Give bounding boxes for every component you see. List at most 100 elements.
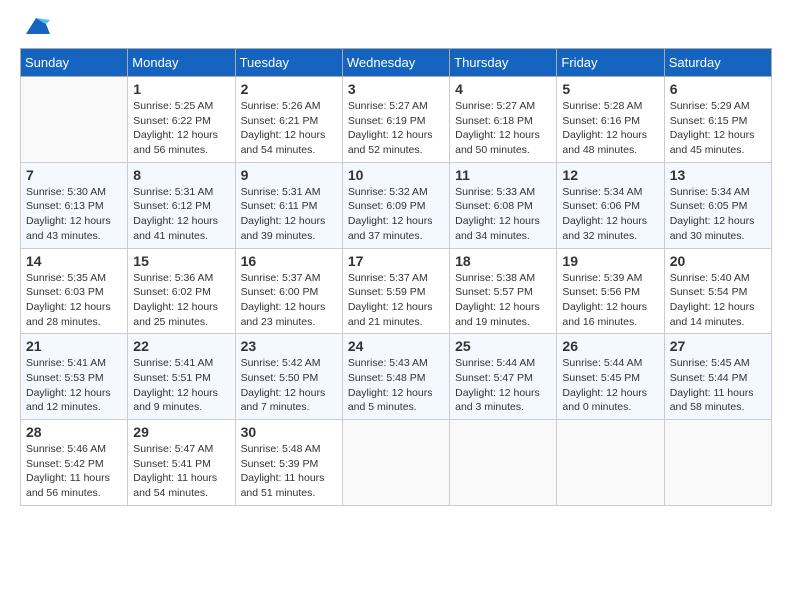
day-detail: Sunrise: 5:43 AM Sunset: 5:48 PM Dayligh… [348, 356, 444, 415]
day-detail: Sunrise: 5:25 AM Sunset: 6:22 PM Dayligh… [133, 99, 229, 158]
day-detail: Sunrise: 5:31 AM Sunset: 6:12 PM Dayligh… [133, 185, 229, 244]
calendar-header: SundayMondayTuesdayWednesdayThursdayFrid… [21, 49, 772, 77]
day-detail: Sunrise: 5:40 AM Sunset: 5:54 PM Dayligh… [670, 271, 766, 330]
calendar-cell: 12Sunrise: 5:34 AM Sunset: 6:06 PM Dayli… [557, 162, 664, 248]
day-number: 5 [562, 81, 658, 97]
calendar-cell: 6 Sunrise: 5:29 AM Sunset: 6:15 PM Daylig… [664, 77, 771, 163]
calendar-cell: 26 Sunrise: 5:44 AM Sunset: 5:45 PM Dayli… [557, 334, 664, 420]
calendar-cell: 20 Sunrise: 5:40 AM Sunset: 5:54 PM Dayli… [664, 248, 771, 334]
calendar-cell: 25 Sunrise: 5:44 AM Sunset: 5:47 PM Dayli… [450, 334, 557, 420]
calendar-week-4: 28 Sunrise: 5:46 AM Sunset: 5:42 PM Dayli… [21, 420, 772, 506]
header-monday: Monday [128, 49, 235, 77]
calendar-cell: 24 Sunrise: 5:43 AM Sunset: 5:48 PM Dayli… [342, 334, 449, 420]
calendar-cell: 21 Sunrise: 5:41 AM Sunset: 5:53 PM Dayli… [21, 334, 128, 420]
day-number: 8 [133, 167, 229, 183]
day-number: 3 [348, 81, 444, 97]
day-number: 12 [562, 167, 658, 183]
day-detail: Sunrise: 5:28 AM Sunset: 6:16 PM Dayligh… [562, 99, 658, 158]
day-number: 7 [26, 167, 122, 183]
calendar-cell: 30 Sunrise: 5:48 AM Sunset: 5:39 PM Dayli… [235, 420, 342, 506]
header-sunday: Sunday [21, 49, 128, 77]
calendar-cell: 16 Sunrise: 5:37 AM Sunset: 6:00 PM Dayli… [235, 248, 342, 334]
day-detail: Sunrise: 5:36 AM Sunset: 6:02 PM Dayligh… [133, 271, 229, 330]
day-detail: Sunrise: 5:35 AM Sunset: 6:03 PM Dayligh… [26, 271, 122, 330]
day-number: 6 [670, 81, 766, 97]
day-detail: Sunrise: 5:37 AM Sunset: 6:00 PM Dayligh… [241, 271, 337, 330]
calendar-cell: 8 Sunrise: 5:31 AM Sunset: 6:12 PM Daylig… [128, 162, 235, 248]
day-detail: Sunrise: 5:30 AM Sunset: 6:13 PM Dayligh… [26, 185, 122, 244]
day-detail: Sunrise: 5:26 AM Sunset: 6:21 PM Dayligh… [241, 99, 337, 158]
day-detail: Sunrise: 5:46 AM Sunset: 5:42 PM Dayligh… [26, 442, 122, 501]
calendar-cell: 4 Sunrise: 5:27 AM Sunset: 6:18 PM Daylig… [450, 77, 557, 163]
calendar-cell: 17 Sunrise: 5:37 AM Sunset: 5:59 PM Dayli… [342, 248, 449, 334]
day-number: 26 [562, 338, 658, 354]
day-number: 30 [241, 424, 337, 440]
day-detail: Sunrise: 5:41 AM Sunset: 5:53 PM Dayligh… [26, 356, 122, 415]
day-number: 10 [348, 167, 444, 183]
day-detail: Sunrise: 5:27 AM Sunset: 6:18 PM Dayligh… [455, 99, 551, 158]
calendar-cell: 10 Sunrise: 5:32 AM Sunset: 6:09 PM Dayli… [342, 162, 449, 248]
day-number: 22 [133, 338, 229, 354]
day-number: 16 [241, 253, 337, 269]
logo [20, 20, 50, 38]
calendar-cell [450, 420, 557, 506]
day-number: 29 [133, 424, 229, 440]
day-detail: Sunrise: 5:29 AM Sunset: 6:15 PM Dayligh… [670, 99, 766, 158]
day-number: 21 [26, 338, 122, 354]
calendar-cell: 3 Sunrise: 5:27 AM Sunset: 6:19 PM Daylig… [342, 77, 449, 163]
day-number: 24 [348, 338, 444, 354]
day-number: 28 [26, 424, 122, 440]
day-detail: Sunrise: 5:47 AM Sunset: 5:41 PM Dayligh… [133, 442, 229, 501]
calendar-cell: 19 Sunrise: 5:39 AM Sunset: 5:56 PM Dayli… [557, 248, 664, 334]
calendar-cell: 2 Sunrise: 5:26 AM Sunset: 6:21 PM Daylig… [235, 77, 342, 163]
calendar-cell: 1 Sunrise: 5:25 AM Sunset: 6:22 PM Daylig… [128, 77, 235, 163]
day-number: 25 [455, 338, 551, 354]
day-number: 17 [348, 253, 444, 269]
day-number: 1 [133, 81, 229, 97]
day-number: 4 [455, 81, 551, 97]
calendar-cell [21, 77, 128, 163]
calendar-cell: 14 Sunrise: 5:35 AM Sunset: 6:03 PM Dayli… [21, 248, 128, 334]
calendar-cell [342, 420, 449, 506]
calendar-cell: 22Sunrise: 5:41 AM Sunset: 5:51 PM Dayli… [128, 334, 235, 420]
day-number: 20 [670, 253, 766, 269]
day-detail: Sunrise: 5:37 AM Sunset: 5:59 PM Dayligh… [348, 271, 444, 330]
day-detail: Sunrise: 5:33 AM Sunset: 6:08 PM Dayligh… [455, 185, 551, 244]
page-header [20, 20, 772, 38]
day-number: 11 [455, 167, 551, 183]
calendar-cell: 7 Sunrise: 5:30 AM Sunset: 6:13 PM Daylig… [21, 162, 128, 248]
header-saturday: Saturday [664, 49, 771, 77]
day-detail: Sunrise: 5:27 AM Sunset: 6:19 PM Dayligh… [348, 99, 444, 158]
day-number: 19 [562, 253, 658, 269]
day-number: 18 [455, 253, 551, 269]
header-thursday: Thursday [450, 49, 557, 77]
header-friday: Friday [557, 49, 664, 77]
day-detail: Sunrise: 5:44 AM Sunset: 5:47 PM Dayligh… [455, 356, 551, 415]
day-detail: Sunrise: 5:31 AM Sunset: 6:11 PM Dayligh… [241, 185, 337, 244]
calendar-table: SundayMondayTuesdayWednesdayThursdayFrid… [20, 48, 772, 506]
calendar-body: 1 Sunrise: 5:25 AM Sunset: 6:22 PM Daylig… [21, 77, 772, 506]
day-number: 14 [26, 253, 122, 269]
day-detail: Sunrise: 5:32 AM Sunset: 6:09 PM Dayligh… [348, 185, 444, 244]
day-detail: Sunrise: 5:39 AM Sunset: 5:56 PM Dayligh… [562, 271, 658, 330]
logo-icon [22, 16, 50, 38]
header-wednesday: Wednesday [342, 49, 449, 77]
day-detail: Sunrise: 5:44 AM Sunset: 5:45 PM Dayligh… [562, 356, 658, 415]
calendar-cell: 28 Sunrise: 5:46 AM Sunset: 5:42 PM Dayli… [21, 420, 128, 506]
day-detail: Sunrise: 5:45 AM Sunset: 5:44 PM Dayligh… [670, 356, 766, 415]
day-detail: Sunrise: 5:38 AM Sunset: 5:57 PM Dayligh… [455, 271, 551, 330]
calendar-cell: 18 Sunrise: 5:38 AM Sunset: 5:57 PM Dayli… [450, 248, 557, 334]
calendar-cell: 27Sunrise: 5:45 AM Sunset: 5:44 PM Dayli… [664, 334, 771, 420]
day-number: 13 [670, 167, 766, 183]
calendar-cell: 5 Sunrise: 5:28 AM Sunset: 6:16 PM Daylig… [557, 77, 664, 163]
calendar-cell [664, 420, 771, 506]
calendar-cell: 9 Sunrise: 5:31 AM Sunset: 6:11 PM Daylig… [235, 162, 342, 248]
day-number: 23 [241, 338, 337, 354]
day-number: 9 [241, 167, 337, 183]
calendar-cell [557, 420, 664, 506]
calendar-week-3: 21 Sunrise: 5:41 AM Sunset: 5:53 PM Dayli… [21, 334, 772, 420]
calendar-cell: 11 Sunrise: 5:33 AM Sunset: 6:08 PM Dayli… [450, 162, 557, 248]
day-detail: Sunrise: 5:48 AM Sunset: 5:39 PM Dayligh… [241, 442, 337, 501]
header-tuesday: Tuesday [235, 49, 342, 77]
day-number: 2 [241, 81, 337, 97]
